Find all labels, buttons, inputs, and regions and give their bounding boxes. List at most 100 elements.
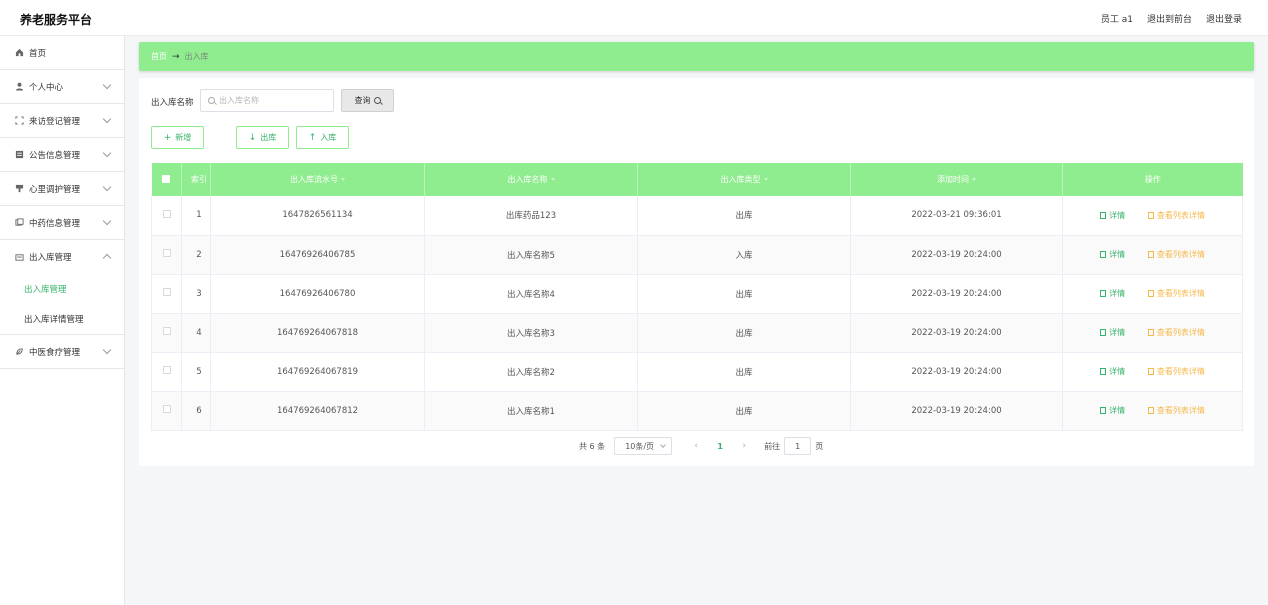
detail-button[interactable]: 详情: [1100, 406, 1125, 415]
search-icon: [208, 97, 215, 104]
detail-button[interactable]: 详情: [1100, 289, 1125, 298]
view-list-detail-button[interactable]: 查看列表详情: [1147, 406, 1205, 415]
goto-page-input[interactable]: [784, 437, 812, 455]
view-list-detail-button[interactable]: 查看列表详情: [1147, 367, 1205, 376]
sidebar-subitem-warehouse-manage[interactable]: 出入库管理: [0, 274, 124, 304]
row-checkbox[interactable]: [162, 366, 171, 374]
cell-serial: 164769264067818: [210, 313, 425, 353]
cell-ops: 详情 查看列表详情: [1062, 196, 1243, 236]
select-all-checkbox[interactable]: [162, 174, 171, 183]
sidebar-item-label: 来访登记管理: [29, 116, 81, 127]
table-header-row: 索引 出入库流水号 出入库名称 出入库类型 添加时间 操作: [151, 163, 1243, 196]
sidebar-item-herb-info[interactable]: 中药信息管理: [0, 206, 124, 240]
sidebar-item-label: 中医食疗管理: [29, 347, 81, 358]
row-checkbox[interactable]: [162, 288, 171, 296]
header-type[interactable]: 出入库类型: [637, 163, 851, 196]
search-input[interactable]: [219, 96, 329, 105]
breadcrumb-home[interactable]: 首页: [151, 51, 167, 62]
search-label: 出入库名称: [151, 98, 194, 108]
sort-icon[interactable]: [341, 178, 345, 181]
cell-ops: 详情 查看列表详情: [1062, 352, 1243, 392]
cell-time: 2022-03-19 20:24:00: [850, 235, 1063, 275]
view-list-detail-button[interactable]: 查看列表详情: [1147, 250, 1205, 259]
query-button-label: 查询: [354, 96, 371, 105]
view-list-detail-button[interactable]: 查看列表详情: [1147, 289, 1205, 298]
row-checkbox[interactable]: [162, 249, 171, 257]
back-to-front-link[interactable]: 退出到前台: [1147, 12, 1192, 25]
detail-button[interactable]: 详情: [1100, 250, 1125, 259]
table-row: 1 1647826561134 出库药品123 出库 2022-03-21 09…: [151, 196, 1243, 236]
breadcrumb-current: 出入库: [184, 52, 209, 61]
sidebar-item-psych-care[interactable]: 心里调护管理: [0, 172, 124, 206]
sidebar-item-label: 出入库管理: [29, 253, 72, 263]
table-row: 6 164769264067812 出入库名称1 出库 2022-03-19 2…: [151, 391, 1243, 431]
document-icon: [1100, 329, 1107, 336]
sidebar-item-home[interactable]: 首页: [0, 36, 124, 70]
sidebar-item-diet-therapy[interactable]: 中医食疗管理: [0, 335, 124, 369]
sidebar-subitem-warehouse-detail[interactable]: 出入库详情管理: [0, 304, 124, 334]
row-checkbox[interactable]: [162, 327, 171, 335]
cell-index: 1: [181, 196, 211, 236]
chevron-down-icon: [102, 182, 112, 192]
header-type-label: 出入库类型: [720, 175, 761, 184]
row-select-cell[interactable]: [151, 391, 182, 431]
sort-icon[interactable]: [550, 178, 555, 181]
page-size-select[interactable]: 10条/页: [614, 437, 673, 455]
detail-button[interactable]: 详情: [1100, 328, 1125, 337]
sidebar-item-label: 心里调护管理: [29, 184, 81, 195]
header-serial[interactable]: 出入库流水号: [210, 163, 425, 196]
logout-link[interactable]: 退出登录: [1206, 12, 1242, 25]
notice-icon: [14, 150, 24, 160]
row-checkbox[interactable]: [162, 209, 171, 218]
document-icon: [1147, 368, 1154, 375]
row-select-cell[interactable]: [151, 352, 182, 392]
sort-icon[interactable]: [763, 178, 768, 181]
row-select-cell[interactable]: [151, 196, 182, 236]
pagination-total: 共 6 条: [579, 441, 606, 451]
cell-ops: 详情 查看列表详情: [1062, 235, 1243, 275]
row-select-cell[interactable]: [151, 235, 182, 275]
breadcrumb: 首页 → 出入库: [139, 42, 1254, 71]
goto-page: 前往 页: [764, 437, 823, 455]
sidebar-item-personal-center[interactable]: 个人中心: [0, 70, 124, 104]
detail-button[interactable]: 详情: [1100, 367, 1125, 376]
sidebar-item-notice[interactable]: 公告信息管理: [0, 138, 124, 172]
header-name[interactable]: 出入库名称: [424, 163, 638, 196]
cell-type: 出库: [637, 196, 851, 236]
sidebar-submenu-warehouse: 出入库管理 出入库详情管理: [0, 274, 124, 335]
cell-time: 2022-03-19 20:24:00: [850, 391, 1063, 431]
detail-label: 详情: [1109, 367, 1126, 376]
sidebar-item-warehouse[interactable]: 出入库管理: [0, 240, 124, 274]
query-button[interactable]: 查询: [341, 89, 394, 112]
select-all-cell[interactable]: [151, 163, 182, 196]
herb-icon: [14, 218, 24, 228]
cell-serial: 16476926406780: [210, 274, 425, 314]
prev-page-icon[interactable]: ‹: [686, 441, 706, 451]
home-icon: [14, 48, 24, 58]
next-page-icon[interactable]: ›: [734, 441, 754, 451]
sidebar-item-visitor-registration[interactable]: 来访登记管理: [0, 104, 124, 138]
header-time[interactable]: 添加时间: [850, 163, 1063, 196]
sort-icon[interactable]: [972, 178, 976, 181]
page-number[interactable]: 1: [710, 442, 730, 451]
add-button[interactable]: + 新增: [151, 126, 204, 149]
document-icon: [1147, 290, 1154, 297]
sidebar-item-label: 个人中心: [29, 82, 64, 93]
view-list-detail-button[interactable]: 查看列表详情: [1147, 211, 1205, 220]
cell-serial: 16476926406785: [210, 235, 425, 275]
cell-type: 出库: [637, 352, 851, 392]
row-select-cell[interactable]: [151, 274, 182, 314]
chevron-down-icon: [102, 345, 112, 355]
goto-label: 前往: [764, 441, 781, 451]
sidebar-item-label: 中药信息管理: [29, 218, 81, 229]
detail-button[interactable]: 详情: [1100, 211, 1125, 220]
row-select-cell[interactable]: [151, 313, 182, 353]
stock-out-button[interactable]: ↓ 出库: [236, 126, 289, 149]
cell-time: 2022-03-21 09:36:01: [850, 196, 1063, 236]
view-list-detail-button[interactable]: 查看列表详情: [1147, 328, 1205, 337]
chevron-down-icon: [660, 442, 667, 448]
stock-in-button[interactable]: ↑ 入库: [296, 126, 349, 149]
search-box[interactable]: [200, 89, 334, 112]
document-icon: [1100, 251, 1107, 258]
row-checkbox[interactable]: [162, 405, 171, 413]
